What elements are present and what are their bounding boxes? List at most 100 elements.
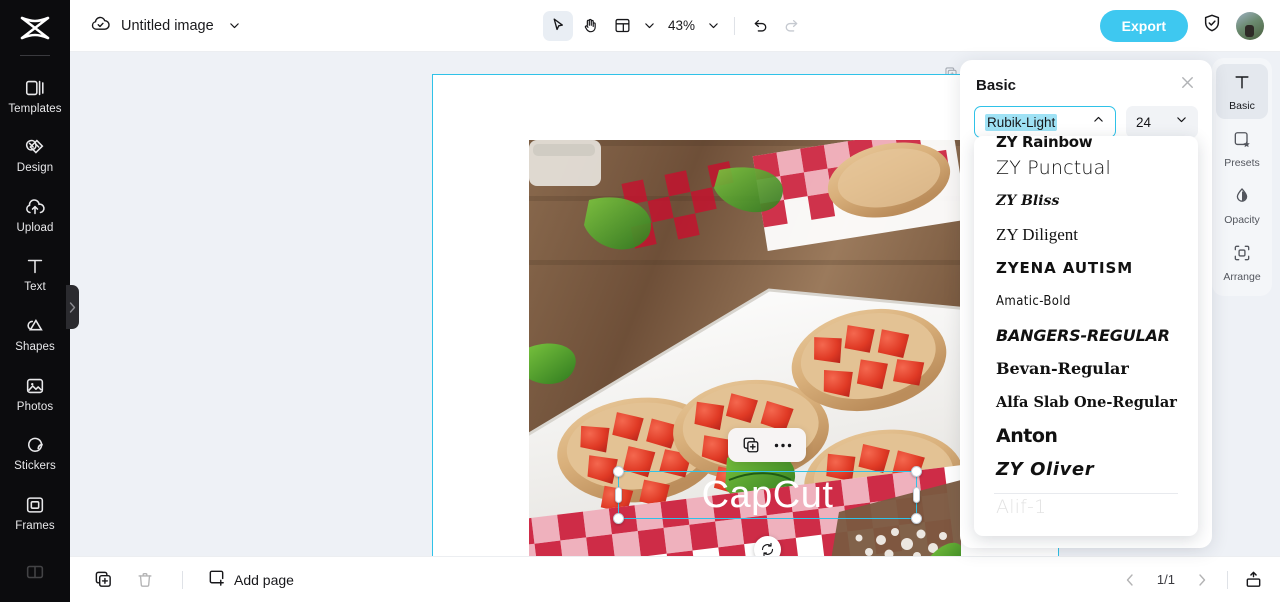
duplicate-page-icon[interactable] <box>90 567 116 593</box>
font-option[interactable]: ZY Rainbow <box>974 136 1198 151</box>
sidebar-item-design[interactable]: Design <box>0 126 70 186</box>
export-button[interactable]: Export <box>1099 9 1188 42</box>
nav-divider <box>1227 570 1228 589</box>
sidebar-item-stickers[interactable]: Stickers <box>0 423 70 483</box>
font-option-partial[interactable]: Alif-1 <box>974 494 1198 520</box>
sidebar-item-more[interactable] <box>0 543 70 602</box>
text-icon <box>24 255 46 277</box>
rail-item-opacity[interactable]: Opacity <box>1216 178 1268 233</box>
font-option[interactable]: Bevan-Regular <box>974 352 1198 386</box>
templates-icon <box>24 77 46 99</box>
size-chevron-down-icon[interactable] <box>1175 113 1188 131</box>
sidebar-item-shapes[interactable]: Shapes <box>0 304 70 364</box>
bottom-toolbar: Add page 1/1 <box>70 556 1280 602</box>
more-options-icon[interactable] <box>774 443 792 448</box>
rail-item-arrange[interactable]: Arrange <box>1216 235 1268 290</box>
sidebar-label-photos: Photos <box>16 400 54 413</box>
rail-item-basic[interactable]: Basic <box>1216 64 1268 119</box>
resize-handle-bottom-left[interactable] <box>613 513 624 524</box>
layout-tool-button[interactable] <box>607 11 637 41</box>
chevron-left-icon[interactable] <box>1117 567 1143 593</box>
panel-header: Basic <box>960 60 1212 106</box>
capcut-logo-icon[interactable] <box>18 14 52 47</box>
stickers-icon <box>24 434 46 456</box>
rail-item-presets[interactable]: Presets <box>1216 121 1268 176</box>
cloud-check-icon[interactable] <box>90 13 111 39</box>
photos-icon <box>24 375 46 397</box>
zoom-level-value[interactable]: 43% <box>662 18 701 33</box>
sidebar-item-text[interactable]: Text <box>0 245 70 305</box>
sidebar-item-frames[interactable]: Frames <box>0 483 70 543</box>
add-page-button[interactable]: Add page <box>207 568 294 592</box>
font-option[interactable]: ZY Diligent <box>974 218 1198 252</box>
font-size-value: 24 <box>1136 114 1152 130</box>
shapes-icon <box>24 315 46 337</box>
close-icon[interactable] <box>1179 74 1196 96</box>
font-option[interactable]: ZY Punctual <box>974 151 1198 185</box>
rail-label-basic: Basic <box>1229 99 1255 112</box>
sidebar-item-upload[interactable]: Upload <box>0 185 70 245</box>
font-option[interactable]: ZYENA AUTISM <box>974 252 1198 286</box>
duplicate-icon[interactable] <box>742 436 760 454</box>
rail-label-opacity: Opacity <box>1224 213 1260 226</box>
right-tool-rail: Basic Presets Opacity Arrange <box>1212 58 1272 296</box>
font-family-dropdown[interactable]: ZY Rainbow ZY Punctual ZY Bliss ZY Diligent… <box>974 136 1198 536</box>
text-basic-icon <box>1232 72 1252 97</box>
resize-handle-bottom-right[interactable] <box>911 513 922 524</box>
rotate-handle-icon[interactable] <box>754 536 781 556</box>
font-option[interactable]: ZY Bliss <box>974 185 1198 219</box>
opacity-droplet-icon <box>1232 186 1252 211</box>
shield-check-icon[interactable] <box>1202 13 1222 38</box>
font-size-select[interactable]: 24 <box>1126 106 1198 138</box>
sidebar-label-text: Text <box>24 281 46 294</box>
page-indicator: 1/1 <box>1156 572 1175 587</box>
page-actions-group: Add page <box>70 567 294 593</box>
undo-button[interactable] <box>745 11 775 41</box>
chevron-down-icon[interactable] <box>224 19 245 32</box>
sidebar-label-templates: Templates <box>8 102 62 115</box>
capcut-editor-window: Templates Design Upload Text Shapes Phot… <box>0 0 1280 602</box>
sidebar-divider <box>20 55 50 56</box>
sidebar-label-frames: Frames <box>15 519 55 532</box>
user-avatar[interactable] <box>1236 11 1264 40</box>
hand-tool-button[interactable] <box>575 11 605 41</box>
resize-handle-top-left[interactable] <box>613 466 624 477</box>
trash-icon[interactable] <box>132 567 158 593</box>
chevron-right-icon[interactable] <box>1189 567 1215 593</box>
chevron-up-icon[interactable] <box>1092 113 1105 131</box>
sidebar-item-templates[interactable]: Templates <box>0 66 70 126</box>
font-option[interactable]: Amatic-Bold <box>974 285 1198 319</box>
element-float-toolbar <box>728 428 806 462</box>
font-option[interactable]: Anton <box>974 419 1198 453</box>
sidebar-item-photos[interactable]: Photos <box>0 364 70 424</box>
document-title[interactable]: Untitled image <box>121 18 214 34</box>
document-title-group: Untitled image <box>70 13 245 39</box>
sidebar-label-upload: Upload <box>16 221 54 234</box>
add-page-label: Add page <box>234 571 294 588</box>
zoom-chevron-down-icon[interactable] <box>703 19 724 32</box>
presets-icon <box>1232 129 1252 154</box>
bottom-divider <box>182 570 183 589</box>
layout-chevron-down-icon[interactable] <box>639 19 660 32</box>
font-option[interactable]: Alfa Slab One-Regular <box>974 386 1198 420</box>
font-option[interactable]: BANGERS-REGULAR <box>974 319 1198 353</box>
basic-properties-panel: Basic Rubik-Light 24 ZY Rainbow ZY Punct… <box>960 60 1212 548</box>
select-tool-button[interactable] <box>542 10 573 41</box>
resize-handle-top-right[interactable] <box>911 466 922 477</box>
export-upload-icon[interactable] <box>1240 567 1266 593</box>
sidebar-collapse-toggle[interactable] <box>66 285 79 329</box>
topbar-right-group: Export <box>1099 9 1264 42</box>
resize-handle-middle-right[interactable] <box>913 487 920 503</box>
sidebar-label-design: Design <box>16 162 54 175</box>
redo-button[interactable] <box>777 11 807 41</box>
selection-box[interactable] <box>613 466 922 524</box>
font-family-value: Rubik-Light <box>985 113 1058 131</box>
font-option[interactable]: ZY Oliver <box>974 453 1198 487</box>
toolbar-divider <box>734 16 736 35</box>
upload-cloud-icon <box>24 196 46 218</box>
font-family-select[interactable]: Rubik-Light <box>974 106 1116 138</box>
font-controls-row: Rubik-Light 24 <box>960 106 1212 138</box>
font-options-list: ZY Rainbow ZY Punctual ZY Bliss ZY Diligent… <box>974 136 1198 486</box>
add-page-icon <box>207 568 226 592</box>
resize-handle-middle-left[interactable] <box>615 487 622 503</box>
